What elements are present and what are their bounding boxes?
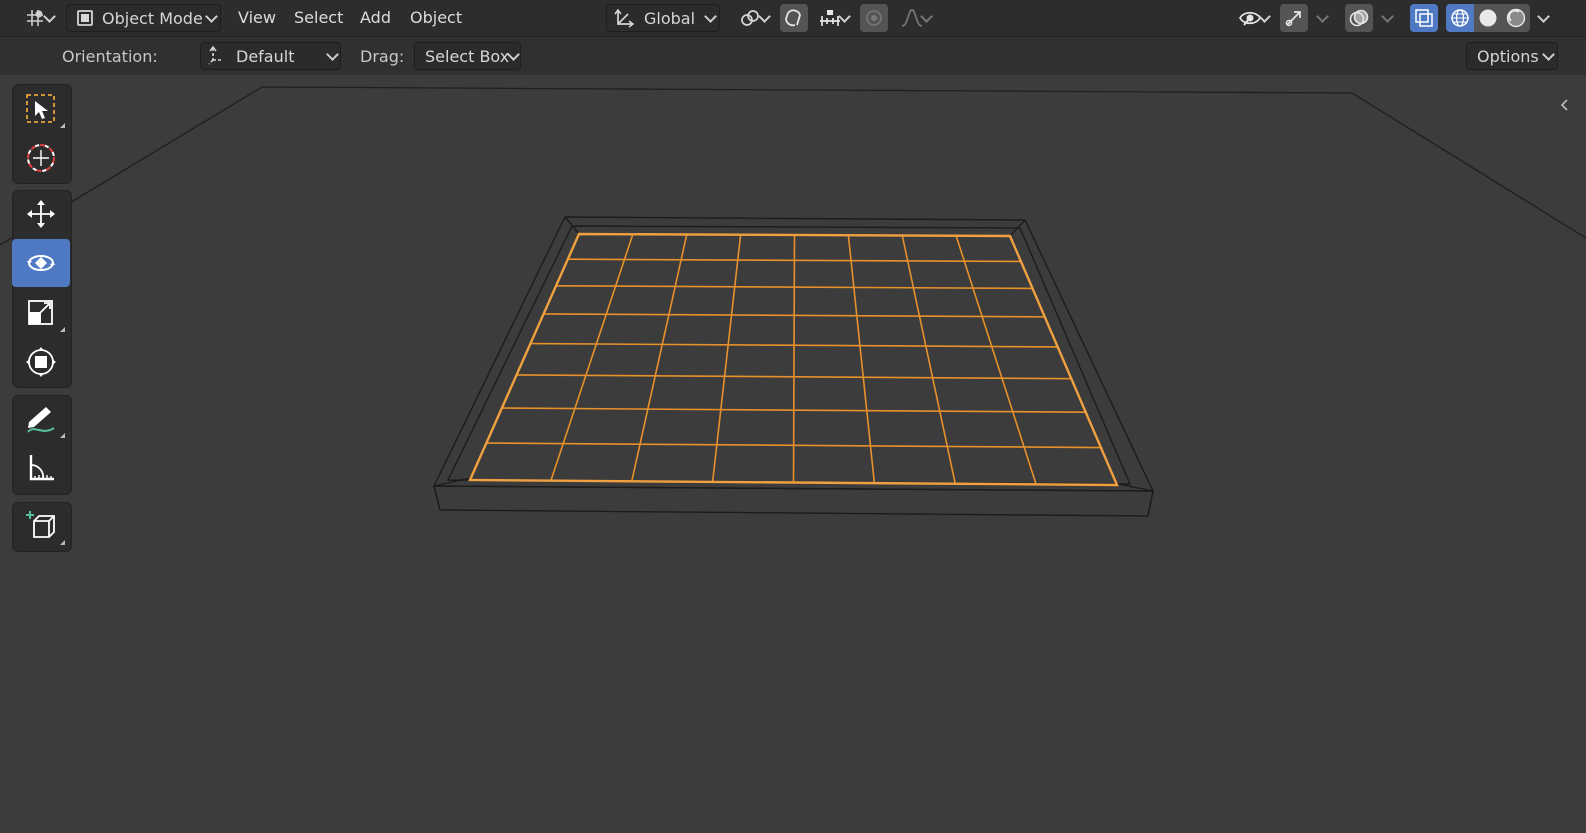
select-box-icon: [26, 94, 55, 123]
drag-value: Select Box: [425, 46, 510, 66]
overlays-icon: [1349, 9, 1369, 27]
editor-type-button[interactable]: [14, 4, 56, 32]
shading-wireframe-button[interactable]: [1446, 4, 1474, 32]
select-box-tool[interactable]: [12, 85, 70, 133]
editor-type-icon: [27, 10, 43, 26]
mode-dropdown[interactable]: Object Mode: [66, 4, 221, 32]
wireframe-sphere-icon: [1451, 9, 1469, 27]
scale-tool[interactable]: [12, 289, 70, 337]
cursor-tool[interactable]: [12, 134, 70, 182]
menu-view[interactable]: View: [238, 8, 276, 27]
shading-solid-button[interactable]: [1474, 4, 1502, 32]
shading-material-button[interactable]: [1502, 4, 1530, 32]
rotate-tool[interactable]: [12, 239, 70, 287]
add-cube-tool[interactable]: [12, 502, 70, 550]
magnet-icon: [785, 9, 801, 27]
tool-variants-indicator: [60, 123, 65, 128]
chevron-down-icon: [1381, 10, 1394, 23]
selected-grid-plane[interactable]: [469, 233, 1118, 486]
xray-icon: [1415, 9, 1433, 27]
proportional-editing-icon: [866, 10, 882, 26]
snap-increment-icon: [820, 10, 840, 26]
orientation-default-icon: [208, 45, 221, 65]
rotate-icon: [27, 255, 55, 271]
proportional-falloff-dropdown[interactable]: [890, 4, 934, 32]
orientation-label: Orientation:: [62, 47, 158, 66]
cursor-icon: [27, 144, 55, 172]
options-dropdown[interactable]: Options: [1466, 42, 1558, 70]
background-plane-outline: [0, 86, 1586, 246]
tool-variants-indicator: [60, 433, 65, 438]
tool-variants-indicator: [60, 540, 65, 545]
transform-tool[interactable]: [12, 338, 70, 386]
move-icon: [27, 200, 55, 228]
chevron-down-icon: [704, 10, 717, 23]
move-tool[interactable]: [12, 190, 70, 238]
xray-toggle[interactable]: [1410, 4, 1438, 32]
menu-add[interactable]: Add: [360, 8, 391, 27]
drag-dropdown[interactable]: Select Box: [414, 42, 521, 70]
snap-target-dropdown[interactable]: [808, 4, 852, 32]
measure-icon: [29, 455, 54, 481]
gizmo-icon: [1285, 11, 1301, 27]
mode-label: Object Mode: [102, 8, 203, 28]
annotate-tool[interactable]: [12, 395, 70, 443]
overlays-dropdown[interactable]: [1373, 4, 1401, 32]
orientation-axes-icon: [614, 8, 635, 28]
sidebar-toggle[interactable]: [1558, 97, 1572, 113]
drag-label: Drag:: [360, 47, 405, 66]
3d-viewport[interactable]: [0, 75, 1586, 833]
pivot-point-button[interactable]: [728, 4, 772, 32]
object-mode-icon: [77, 10, 93, 26]
transform-orientation-dropdown[interactable]: Global: [606, 4, 720, 32]
menu-select[interactable]: Select: [294, 8, 343, 27]
transform-icon: [26, 347, 56, 377]
gizmo-dropdown[interactable]: [1308, 4, 1336, 32]
chevron-down-icon: [1537, 10, 1550, 23]
snap-toggle[interactable]: [780, 4, 808, 32]
menu-object[interactable]: Object: [410, 8, 462, 27]
eye-icon: [1239, 11, 1261, 26]
annotate-icon: [27, 407, 55, 433]
chevron-left-icon: [1560, 99, 1568, 111]
orientation-dropdown[interactable]: Default: [200, 42, 341, 70]
falloff-curve-icon: [901, 9, 923, 27]
orientation-value: Default: [236, 46, 295, 66]
overlays-toggle[interactable]: [1345, 4, 1373, 32]
scale-icon: [28, 300, 53, 325]
add-cube-icon: [26, 511, 55, 538]
shading-dropdown[interactable]: [1532, 4, 1554, 32]
transform-orientation-label: Global: [644, 8, 696, 28]
chevron-down-icon: [326, 48, 339, 61]
tool-variants-indicator: [60, 327, 65, 332]
tool-settings-bar: Orientation: Default Drag: Select Box Op…: [0, 37, 1586, 75]
gizmo-toggle[interactable]: [1280, 4, 1308, 32]
visibility-dropdown[interactable]: [1228, 4, 1272, 32]
pivot-point-icon: [741, 10, 759, 26]
viewport-scene: [0, 86, 1586, 517]
chevron-down-icon: [1542, 48, 1555, 61]
measure-tool[interactable]: [12, 444, 70, 492]
chevron-down-icon: [1316, 10, 1329, 23]
chevron-down-icon: [205, 10, 218, 23]
proportional-editing-toggle[interactable]: [860, 4, 888, 32]
options-label: Options: [1477, 46, 1539, 66]
solid-sphere-icon: [1479, 9, 1497, 27]
viewport-header: Object Mode View Select Add Object Globa…: [0, 0, 1586, 37]
material-sphere-icon: [1506, 8, 1526, 28]
